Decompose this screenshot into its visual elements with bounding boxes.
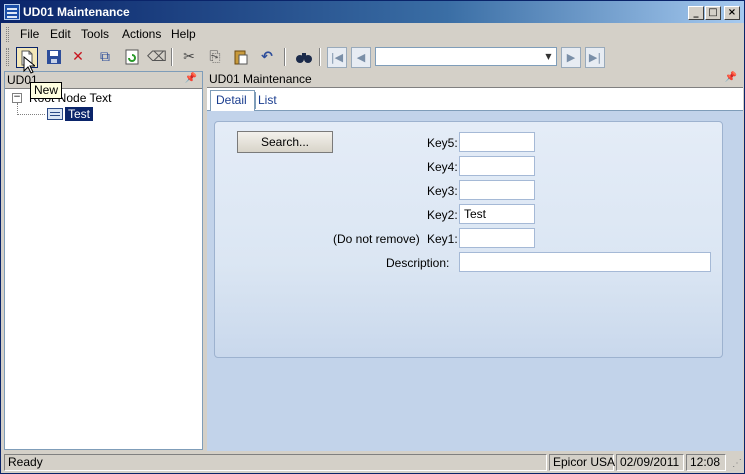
pin-icon[interactable]: 📌 (185, 73, 197, 84)
key3-label: Key3: (427, 184, 458, 198)
find-icon[interactable] (293, 47, 315, 68)
mouse-cursor-icon (23, 56, 35, 74)
collapse-icon[interactable]: − (12, 93, 22, 103)
description-field[interactable] (459, 252, 711, 272)
key4-field[interactable] (459, 156, 535, 176)
key1-field[interactable] (459, 228, 535, 248)
copy-icon[interactable]: ⎘ (204, 47, 226, 68)
app-icon (4, 4, 20, 20)
pin-icon[interactable]: 📌 (725, 72, 737, 83)
tree-pane: UD01 📌 − Root Node Text Test (4, 71, 203, 450)
status-time: 12:08 (686, 454, 726, 471)
tab-divider (255, 92, 256, 109)
menu-file[interactable]: File (20, 27, 39, 41)
save-icon[interactable] (43, 47, 65, 68)
toolbar: ✕ ⧉ ⌫ ✂ ⎘ ↶ |◀ ◀ ▶ ▶| (1, 44, 744, 70)
tree-connector (17, 103, 45, 115)
key3-field[interactable] (459, 180, 535, 200)
resize-grip-icon[interactable]: ⋰ (732, 458, 742, 469)
status-text: Ready (4, 454, 547, 471)
new-tooltip: New (30, 82, 63, 99)
app-window: UD01 Maintenance _ □ × File Edit Tools A… (0, 0, 745, 474)
undo-icon[interactable]: ↶ (256, 47, 278, 68)
refresh-icon[interactable] (121, 47, 143, 68)
key1-label: Key1: (427, 232, 458, 246)
clear-icon[interactable]: ⌫ (146, 47, 168, 68)
first-record-icon[interactable]: |◀ (327, 47, 347, 68)
last-record-icon[interactable]: ▶| (585, 47, 605, 68)
key4-label: Key4: (427, 160, 458, 174)
key2-label: Key2: (427, 208, 458, 222)
detail-pane-title: UD01 Maintenance (209, 72, 312, 86)
chevron-down-icon[interactable]: ▼ (541, 48, 556, 65)
tree-child-node[interactable]: Test (65, 107, 94, 121)
tab-strip: Detail List (207, 88, 743, 111)
close-icon[interactable]: × (724, 6, 740, 20)
menu-help[interactable]: Help (171, 27, 196, 41)
previous-record-icon[interactable]: ◀ (351, 47, 371, 68)
toolbar-separator (319, 48, 321, 66)
key1-note: (Do not remove) (333, 232, 420, 246)
record-navigation-combo[interactable]: ▼ (375, 47, 557, 66)
key2-field[interactable]: Test (459, 204, 535, 224)
tab-list[interactable]: List (258, 93, 277, 107)
menu-actions[interactable]: Actions (122, 27, 161, 41)
detail-pane-header: UD01 Maintenance 📌 (207, 71, 743, 88)
maximize-icon[interactable]: □ (705, 6, 721, 20)
key5-label: Key5: (427, 136, 458, 150)
menu-bar: File Edit Tools Actions Help (1, 24, 744, 44)
paste-icon[interactable] (230, 47, 252, 68)
menu-grip[interactable] (6, 27, 9, 42)
attach-icon[interactable]: ⧉ (94, 47, 116, 68)
status-bar: Ready Epicor USA 02/09/2011 12:08 ⋰ (1, 451, 744, 473)
toolbar-separator (171, 48, 173, 66)
window-title: UD01 Maintenance (23, 5, 130, 19)
menu-tools[interactable]: Tools (81, 27, 109, 41)
toolbar-separator (284, 48, 286, 66)
minimize-icon[interactable]: _ (688, 6, 704, 20)
title-bar[interactable]: UD01 Maintenance _ □ × (1, 1, 744, 23)
key5-field[interactable] (459, 132, 535, 152)
tab-detail[interactable]: Detail (210, 90, 255, 111)
cut-icon[interactable]: ✂ (178, 47, 200, 68)
status-date: 02/09/2011 (616, 454, 684, 471)
search-button[interactable]: Search... (237, 131, 333, 153)
toolbar-grip[interactable] (6, 48, 9, 66)
description-label: Description: (386, 256, 450, 270)
next-record-icon[interactable]: ▶ (561, 47, 581, 68)
record-icon (47, 108, 63, 120)
menu-edit[interactable]: Edit (50, 27, 71, 41)
delete-icon[interactable]: ✕ (67, 47, 89, 68)
status-company: Epicor USA (549, 454, 615, 471)
